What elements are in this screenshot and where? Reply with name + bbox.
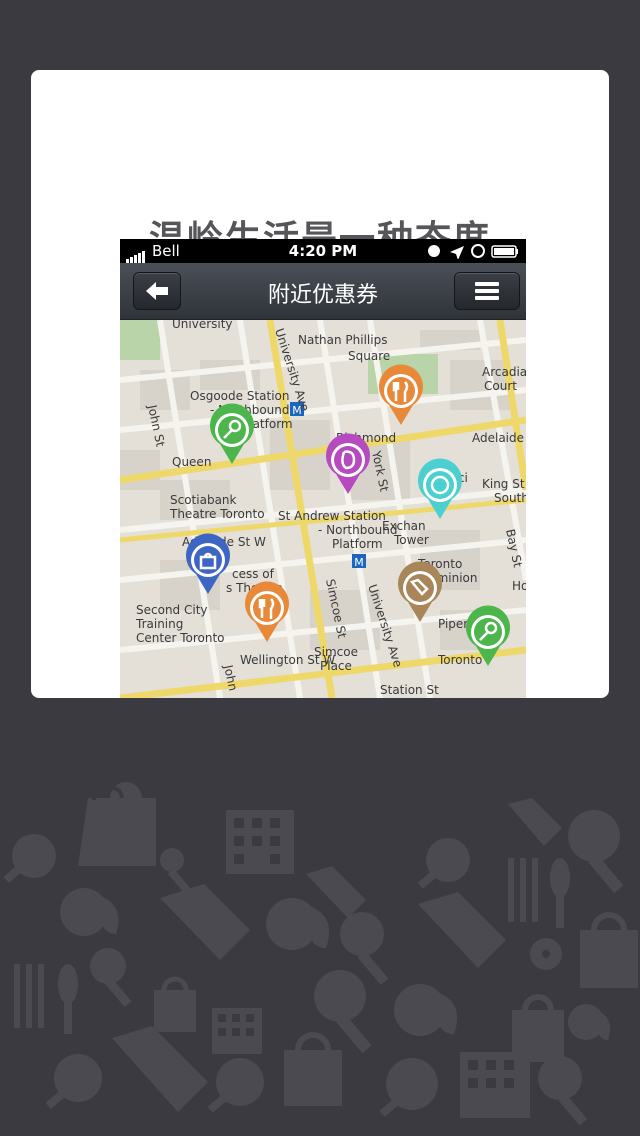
- microphone-icon: [160, 848, 193, 896]
- hair-icon: [568, 1004, 611, 1040]
- status-icons: [428, 244, 518, 259]
- building-icon: [460, 1052, 530, 1118]
- microphone-icon: [568, 810, 624, 894]
- hair-icon: [334, 446, 362, 474]
- shopping-bag-icon: [154, 976, 196, 1032]
- map-label: Theatre Toronto: [169, 507, 265, 521]
- shopping-bag-icon: [78, 782, 156, 866]
- map-label: Simcoe: [314, 645, 358, 659]
- map-label: Place: [320, 659, 352, 673]
- paddle-icon: [45, 1054, 102, 1109]
- paddle-icon: [417, 838, 470, 889]
- map-view[interactable]: M M University Nathan Phillips Square Ar…: [120, 320, 526, 698]
- map-label: Arcadia: [482, 365, 526, 379]
- microphone-icon: [538, 1056, 588, 1126]
- map-label: Court: [484, 379, 517, 393]
- disc-icon: [426, 471, 454, 499]
- map-label: Queen: [172, 455, 211, 469]
- shopping-bag-icon: [284, 1032, 342, 1106]
- map-label: Osgoode Station: [190, 389, 289, 403]
- menu-button[interactable]: [454, 272, 520, 310]
- svg-text:M: M: [354, 556, 364, 569]
- disc-icon: [530, 938, 562, 970]
- price-tag-icon: [418, 892, 506, 968]
- nav-bar: 附近优惠券: [120, 263, 526, 320]
- hair-icon: [60, 888, 119, 936]
- shopping-bag-icon: [580, 912, 638, 988]
- shopping-bag-icon: [194, 546, 222, 574]
- map-label: cess of: [232, 567, 275, 581]
- map-label: Adelaide S: [472, 431, 526, 445]
- fork-knife-icon: [253, 594, 281, 622]
- map-label: Second City: [136, 603, 208, 617]
- map-label: Scotiabank: [170, 493, 237, 507]
- price-tag-icon: [508, 798, 562, 846]
- clock-icon: [428, 245, 440, 257]
- paddle-icon: [379, 1058, 438, 1117]
- map-label: King St: [482, 477, 525, 491]
- price-tag-icon: [406, 574, 434, 602]
- map-label: University: [172, 320, 233, 331]
- hair-icon: [266, 898, 330, 950]
- map-label: Center Toronto: [136, 631, 225, 645]
- phone-screenshot: Bell 4:20 PM 附近优惠券 M M University Nathan…: [120, 239, 526, 698]
- paddle-icon: [3, 834, 56, 883]
- subway-station-icon: M: [352, 554, 366, 569]
- fork-knife-icon: [14, 964, 78, 1034]
- menu-icon: [475, 282, 499, 300]
- price-tag-icon: [112, 1026, 208, 1112]
- price-tag-icon: [160, 884, 250, 960]
- background-pattern: [3, 782, 638, 1126]
- hair-icon: [394, 984, 458, 1036]
- microphone-icon: [90, 948, 132, 1008]
- map-label: Training: [135, 617, 183, 631]
- fork-knife-icon: [508, 858, 570, 928]
- status-bar: Bell 4:20 PM: [120, 239, 526, 263]
- map-label: Platform: [332, 537, 383, 551]
- map-label: Station St: [380, 683, 439, 697]
- map-label: South: [494, 491, 526, 505]
- promo-card: 温岭生活是一种态度 Bell 4:20 PM 附近优惠券: [31, 70, 609, 698]
- building-icon: [212, 1008, 262, 1054]
- map-label: Exchan: [382, 519, 426, 533]
- fork-knife-icon: [387, 377, 415, 405]
- rotation-lock-icon: [471, 244, 485, 258]
- paddle-icon: [207, 1058, 264, 1113]
- map-label: Nathan Phillips: [298, 333, 387, 347]
- location-arrow-icon: [450, 246, 464, 259]
- map-label: Ho: [512, 579, 526, 593]
- map-label: Toronto: [437, 653, 482, 667]
- map-label: St Andrew Station: [278, 509, 386, 523]
- map-label: Square: [348, 349, 390, 363]
- building-icon: [226, 810, 294, 874]
- map-label: Tower: [393, 533, 429, 547]
